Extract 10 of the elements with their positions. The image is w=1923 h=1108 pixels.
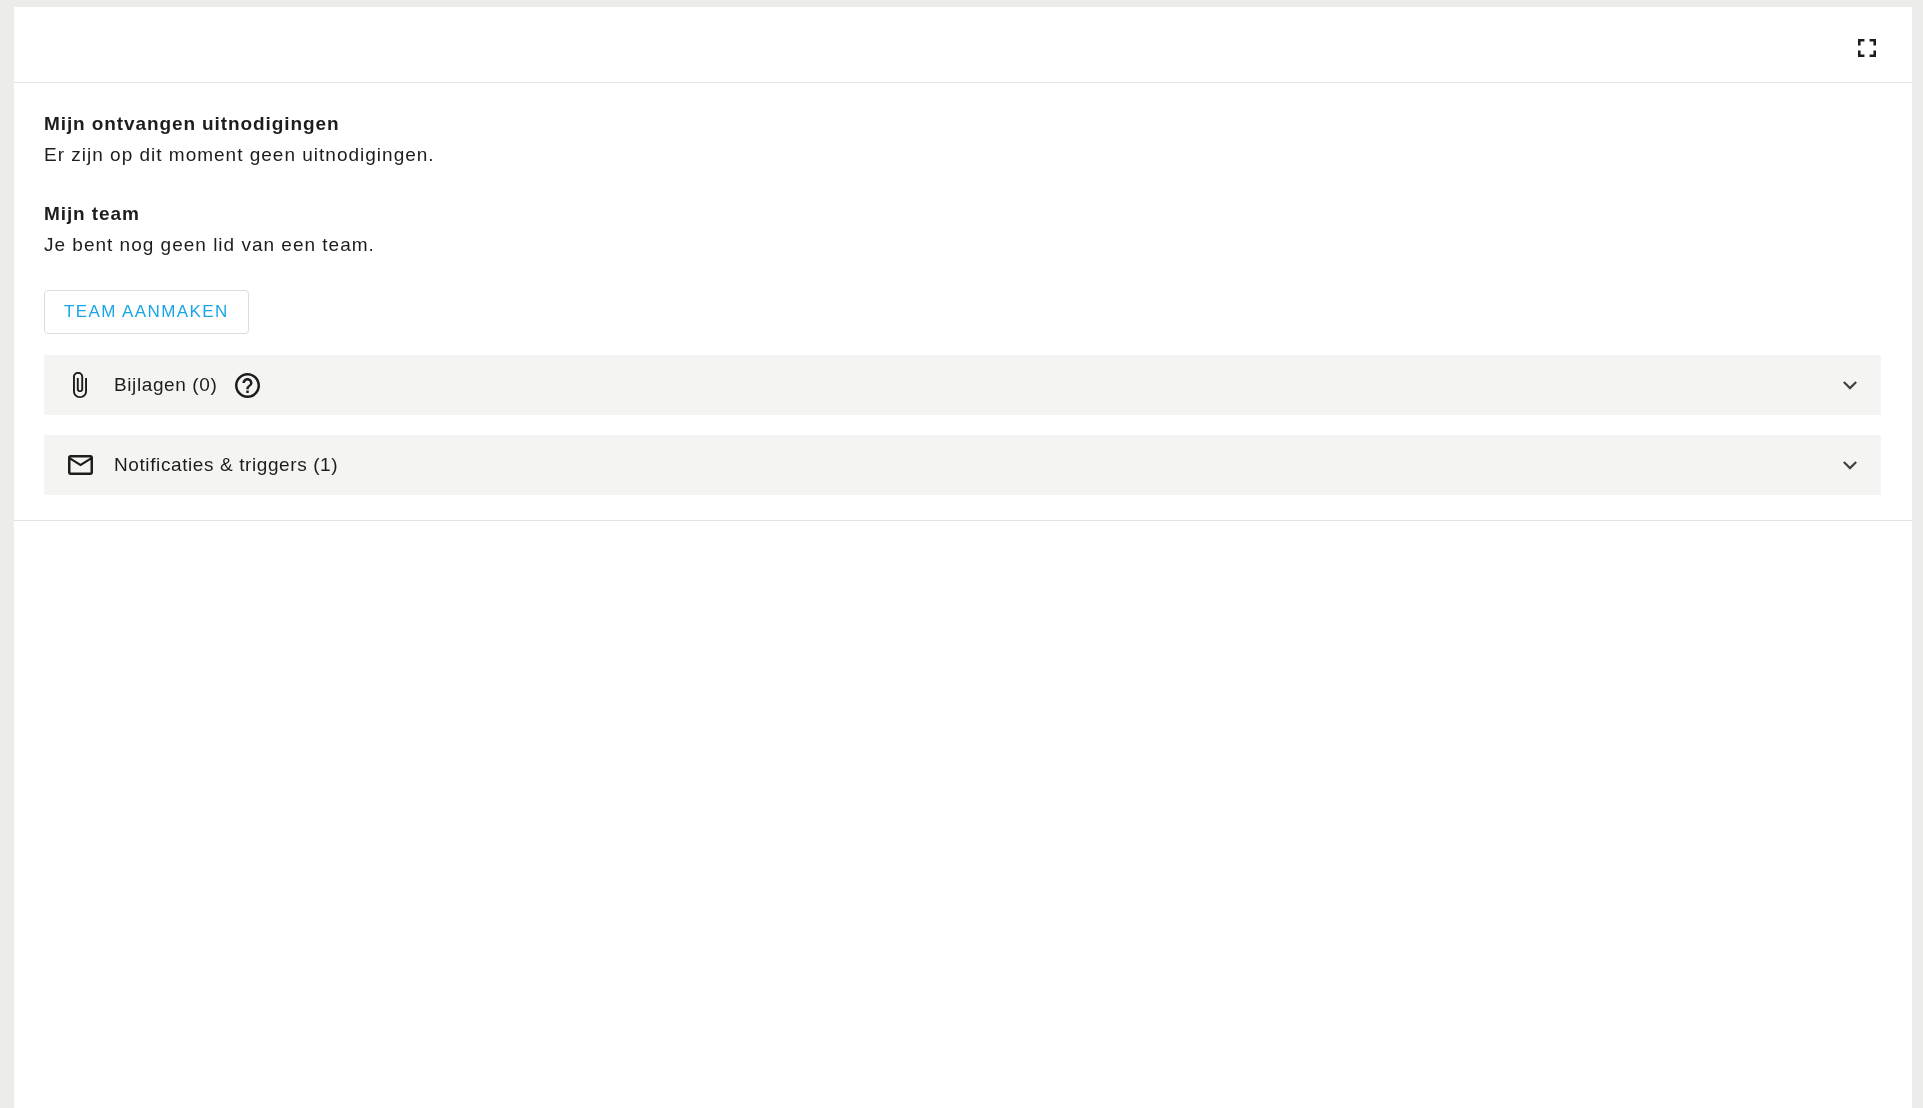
section-text: Er zijn op dit moment geen uitnodigingen.	[44, 143, 435, 167]
accordion-header[interactable]: Bijlagen (0)	[44, 355, 1881, 415]
envelope-icon	[67, 455, 93, 475]
fullscreen-icon[interactable]	[1858, 38, 1876, 57]
paperclip-icon	[73, 372, 87, 398]
section-title: Mijn team	[44, 202, 140, 226]
section-title: Mijn ontvangen uitnodigingen	[44, 112, 340, 136]
help-icon[interactable]	[235, 372, 261, 398]
accordion-header[interactable]: Notificaties & triggers (1)	[44, 435, 1881, 495]
section-text: Je bent nog geen lid van een team.	[44, 233, 375, 257]
